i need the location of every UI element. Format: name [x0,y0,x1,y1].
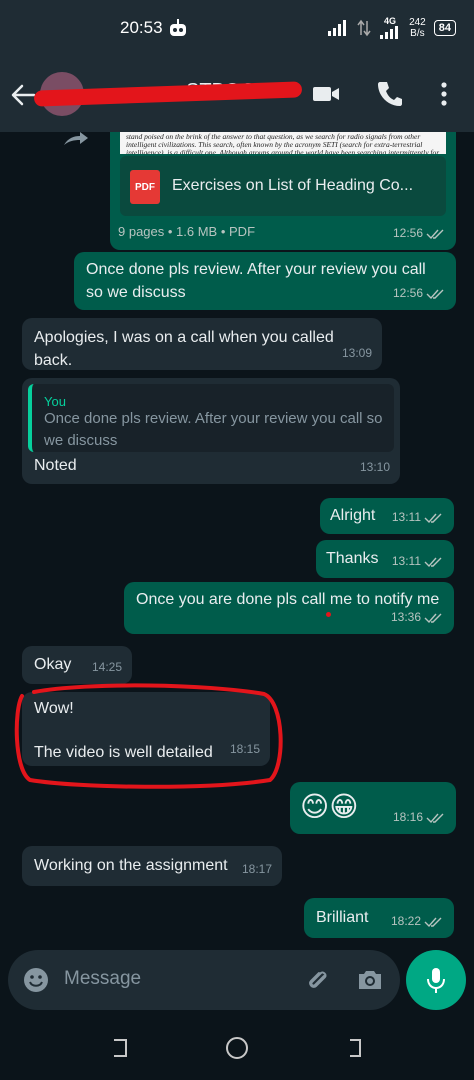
message-meta: 12:56 [393,222,446,245]
message-bubble[interactable]: Brilliant 18:22 [304,898,454,938]
chat-header: STBOOK [0,58,474,132]
reply-message-bubble[interactable]: You Once done pls review. After your rev… [22,378,400,484]
chat-area[interactable]: stand poised on the brink of the answer … [0,132,474,944]
back-nav-icon[interactable] [340,1034,368,1062]
double-check-icon [424,513,442,523]
paperclip-icon[interactable] [304,966,332,994]
message-bubble[interactable]: Okay 14:25 [22,646,132,684]
document-preview: stand poised on the brink of the answer … [120,132,446,154]
document-kind: PDF [229,224,256,239]
emoji-message[interactable]: 😊😁 18:16 [290,782,456,834]
message-text: Wow! The video is well detailed [34,700,213,761]
message-meta: 13:09 [342,342,372,365]
message-bubble[interactable]: Apologies, I was on a call when you call… [22,318,382,370]
message-bubble[interactable]: Alright 13:11 [320,498,454,534]
message-meta: 12:56 [393,282,446,305]
message-text: Working on the assignment [34,857,228,874]
document-message[interactable]: stand poised on the brink of the answer … [110,132,456,250]
notification-app-icon [170,19,186,36]
message-time: 13:09 [341,346,372,360]
double-check-icon [424,557,442,567]
message-time: 18:17 [241,862,272,876]
signal-icon [328,20,347,36]
message-bubble[interactable]: Working on the assignment 18:17 [22,846,282,886]
message-meta: 18:15 [230,738,260,761]
status-time: 20:53 [120,18,163,37]
message-time: 18:22 [390,914,421,928]
document-info: 9 pages • 1.6 MB • PDF [118,224,256,239]
quoted-message[interactable]: You Once done pls review. After your rev… [28,384,394,452]
double-check-icon [424,613,442,623]
message-bubble[interactable]: Thanks 13:11 [316,540,454,578]
system-navigation-bar [0,1016,474,1080]
camera-icon[interactable] [356,966,384,994]
status-indicators: 4G 242 B/s 84 [327,16,456,40]
message-text: Okay [34,656,72,673]
double-check-icon [426,229,444,239]
microphone-icon [427,968,445,993]
double-check-icon [426,289,444,299]
message-meta: 18:17 [242,858,272,881]
message-time: 18:16 [392,810,423,824]
message-text: Thanks [326,550,379,567]
message-meta: 13:11 [392,506,444,529]
message-text: Alright [330,507,376,524]
message-text: Apologies, I was on a call when you call… [34,329,334,369]
message-time: 12:56 [392,286,423,300]
home-icon[interactable] [223,1034,251,1062]
message-bubble[interactable]: Once you are done pls call me to notify … [124,582,454,634]
document-file-name: Exercises on List of Heading Co... [172,177,414,194]
phone-icon[interactable] [374,78,406,110]
message-time: 14:25 [91,660,122,674]
signal-icon-2 [380,26,399,39]
message-time: 13:11 [391,510,421,524]
message-meta: 13:10 [360,456,390,479]
network-type: 4G [384,16,397,26]
message-bubble[interactable]: Once done pls review. After your review … [74,252,456,310]
status-bar: 20:53 4G 242 B/s 84 [0,0,474,58]
double-check-icon [424,917,442,927]
double-check-icon [426,813,444,823]
message-text: Brilliant [316,909,369,926]
message-time: 13:10 [359,460,390,474]
message-text: Noted [34,457,77,474]
kebab-menu-icon[interactable] [428,78,460,110]
document-size: 1.6 MB [176,224,218,239]
message-time: 13:36 [390,610,421,624]
document-pages: 9 pages [118,224,165,239]
message-time: 12:56 [392,226,423,240]
battery-indicator: 84 [433,20,456,36]
emoji-icon[interactable] [22,966,50,994]
net-speed-unit: B/s [410,28,425,39]
message-input[interactable]: Message [64,968,141,990]
quote-text: Once done pls review. After your review … [44,410,383,449]
message-composer[interactable]: Message [8,950,400,1010]
data-arrows-icon [357,19,371,37]
video-camera-icon[interactable] [310,78,342,110]
message-meta: 14:25 [92,656,122,679]
message-bubble[interactable]: Wow! The video is well detailed 18:15 [22,692,270,766]
message-meta: 13:11 [392,550,444,573]
message-text: Once done pls review. After your review … [86,261,426,301]
message-meta: 18:16 [393,806,446,829]
message-text: 😊😁 [300,791,359,822]
pdf-file-icon: PDF [130,170,160,204]
document-file-row[interactable]: PDF Exercises on List of Heading Co... [120,156,446,216]
recent-apps-icon[interactable] [106,1034,134,1062]
message-time: 18:15 [229,742,260,756]
message-meta: 13:36 [391,606,444,629]
message-time: 13:11 [391,554,421,568]
document-card[interactable]: stand poised on the brink of the answer … [116,132,450,216]
red-dot-mark [326,612,331,617]
forward-icon[interactable] [62,132,90,146]
microphone-button[interactable] [406,950,466,1010]
message-meta: 18:22 [391,910,444,933]
net-speed-value: 242 [409,17,426,28]
